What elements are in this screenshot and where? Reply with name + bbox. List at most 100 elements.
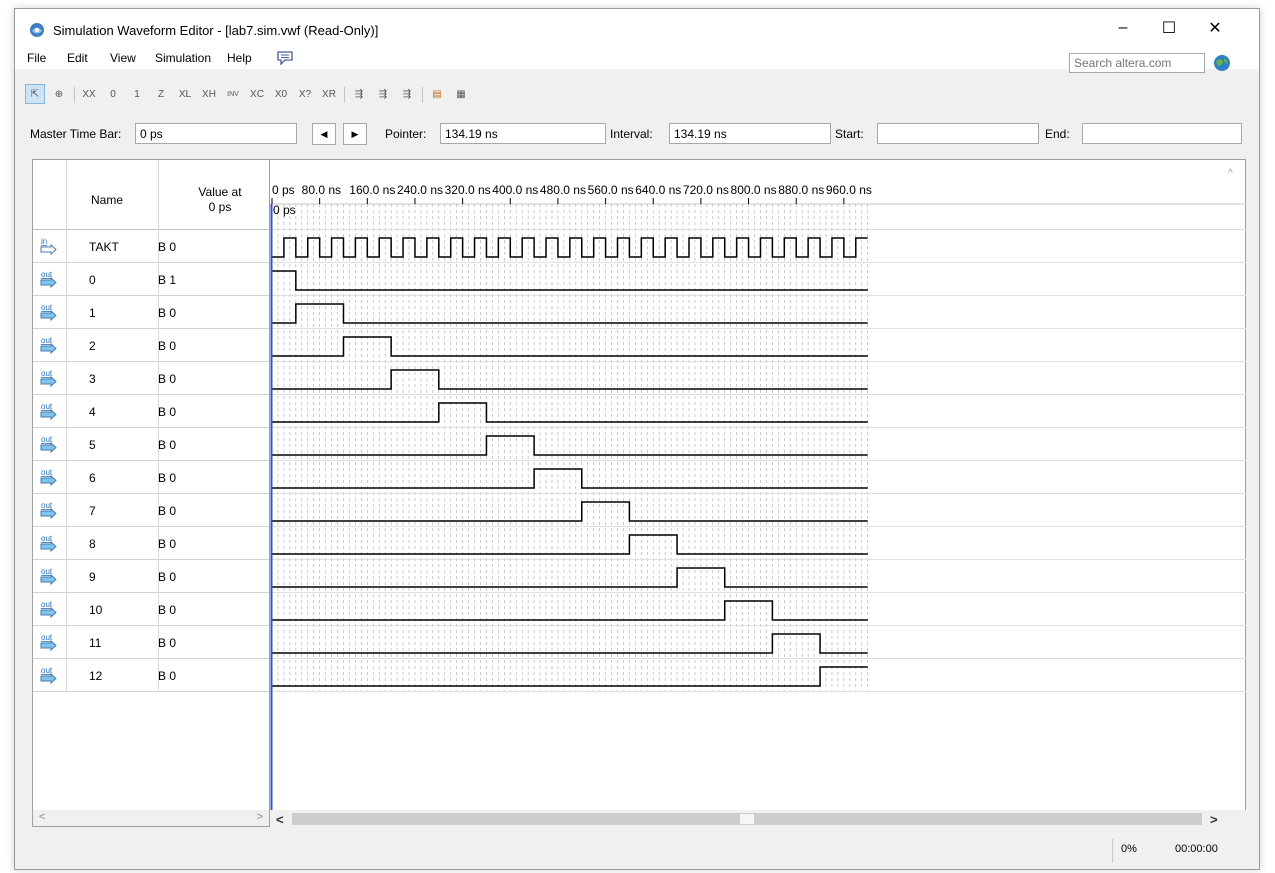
netlist-icon[interactable]: ⇶ xyxy=(397,84,417,104)
signal-row[interactable]: out 0 B 1 xyxy=(33,263,269,296)
weak-high-icon[interactable]: XH xyxy=(199,84,219,104)
run-functional-icon[interactable]: ⇶ xyxy=(349,84,369,104)
start-field[interactable] xyxy=(877,123,1039,144)
invert-icon[interactable]: INV xyxy=(223,84,243,104)
arbitrary-value-glyph: XR xyxy=(322,88,336,100)
output-pin-icon: out xyxy=(40,666,57,685)
forcing-unknown-icon[interactable]: XX xyxy=(79,84,99,104)
output-pin-icon: out xyxy=(40,270,57,289)
elapsed-time: 00:00:00 xyxy=(1175,843,1218,855)
snap-to-grid-glyph: ▤ xyxy=(432,88,442,100)
signal-row[interactable]: out 4 B 0 xyxy=(33,395,269,428)
signal-row[interactable]: out 2 B 0 xyxy=(33,329,269,362)
signal-row[interactable]: out 8 B 0 xyxy=(33,527,269,560)
forcing-high-icon[interactable]: 1 xyxy=(127,84,147,104)
output-pin-icon: out xyxy=(40,501,57,520)
column-divider xyxy=(66,560,67,593)
forcing-low-icon[interactable]: 0 xyxy=(103,84,123,104)
column-divider xyxy=(66,230,67,263)
value-header-line1: Value at xyxy=(198,185,242,199)
scroll-right-icon[interactable]: > xyxy=(257,811,263,823)
signal-value: B 0 xyxy=(158,471,177,485)
forcing-unknown-glyph: XX xyxy=(82,88,96,100)
weak-low-icon[interactable]: XL xyxy=(175,84,195,104)
high-impedance-icon[interactable]: Z xyxy=(151,84,171,104)
toolbar: ⇱ ⊕ XX 0 1 Z XL XH INV XC X0 X? XR ⇶ ⇶ ⇶… xyxy=(15,79,1259,109)
count-value-icon[interactable]: XC xyxy=(247,84,267,104)
signal-row[interactable]: out 6 B 0 xyxy=(33,461,269,494)
run-timing-icon[interactable]: ⇶ xyxy=(373,84,393,104)
signal-row[interactable]: out 1 B 0 xyxy=(33,296,269,329)
signal-value: B 0 xyxy=(158,669,177,683)
output-pin-icon: out xyxy=(40,633,57,652)
grid-icon[interactable]: ▦ xyxy=(451,84,471,104)
close-button[interactable]: ✕ xyxy=(1192,9,1238,47)
value-header-line2: 0 ps xyxy=(208,200,232,214)
zoom-tool-icon[interactable]: ⊕ xyxy=(49,84,69,104)
search-altera-input[interactable] xyxy=(1069,53,1205,73)
scroll-right-icon[interactable]: > xyxy=(1210,812,1218,827)
pointer-tool-icon[interactable]: ⇱ xyxy=(25,84,45,104)
waveform-output-0 xyxy=(272,270,868,291)
status-separator xyxy=(1112,839,1113,863)
maximize-button[interactable]: ☐ xyxy=(1146,9,1192,47)
clock-glyph: X0 xyxy=(274,88,288,100)
time-label: 960.0 ns xyxy=(826,183,872,197)
waveform-canvas[interactable]: 0 ps 80.0 ns 160.0 ns 240.0 ns 320.0 ns 400.0… xyxy=(270,160,1246,828)
menu-file[interactable]: File xyxy=(27,51,46,65)
column-divider xyxy=(66,160,67,230)
signal-row[interactable]: out 12 B 0 xyxy=(33,659,269,692)
feedback-icon[interactable] xyxy=(277,51,293,65)
master-time-bar-field[interactable]: 0 ps xyxy=(135,123,297,144)
signal-value: B 0 xyxy=(158,306,177,320)
output-pin-icon: out xyxy=(40,534,57,553)
signal-row[interactable]: out 9 B 0 xyxy=(33,560,269,593)
waveform-output-12 xyxy=(272,666,868,687)
scroll-up-icon[interactable]: ^ xyxy=(1228,168,1233,179)
signal-name: 9 xyxy=(89,570,96,584)
signal-row[interactable]: out 11 B 0 xyxy=(33,626,269,659)
signal-row[interactable]: out 5 B 0 xyxy=(33,428,269,461)
menu-view[interactable]: View xyxy=(110,51,136,65)
column-divider xyxy=(66,461,67,494)
time-label: 720.0 ns xyxy=(683,183,729,197)
time-label: 160.0 ns xyxy=(349,183,395,197)
random-value-icon[interactable]: X? xyxy=(295,84,315,104)
globe-icon[interactable] xyxy=(1213,54,1231,72)
scroll-left-icon[interactable]: < xyxy=(276,812,284,827)
signal-name: 0 xyxy=(89,273,96,287)
clock-icon[interactable]: X0 xyxy=(271,84,291,104)
column-divider xyxy=(66,329,67,362)
output-pin-icon: out xyxy=(40,336,57,355)
signal-row[interactable]: out 10 B 0 xyxy=(33,593,269,626)
column-divider xyxy=(66,428,67,461)
prev-transition-button[interactable]: ◀ xyxy=(312,123,336,145)
minimize-button[interactable]: – xyxy=(1100,9,1146,47)
time-label: 320.0 ns xyxy=(445,183,491,197)
signal-value: B 0 xyxy=(158,405,177,419)
weak-high-glyph: XH xyxy=(202,88,216,100)
waveform-output-8 xyxy=(272,534,868,555)
menu-help[interactable]: Help xyxy=(227,51,252,65)
arbitrary-value-icon[interactable]: XR xyxy=(319,84,339,104)
waveform-panel[interactable]: 0 ps 80.0 ns 160.0 ns 240.0 ns 320.0 ns 400.0… xyxy=(270,159,1246,828)
signal-row[interactable]: in TAKT B 0 xyxy=(33,230,269,263)
menu-simulation[interactable]: Simulation xyxy=(155,51,211,65)
signal-name: 6 xyxy=(89,471,96,485)
signal-name: 11 xyxy=(89,636,102,650)
name-column-header[interactable]: Name xyxy=(91,193,123,207)
scrollbar-thumb[interactable] xyxy=(740,814,754,824)
interval-label: Interval: xyxy=(610,127,653,141)
next-transition-button[interactable]: ▶ xyxy=(343,123,367,145)
signal-row[interactable]: out 7 B 0 xyxy=(33,494,269,527)
run-functional-glyph: ⇶ xyxy=(354,88,364,100)
menu-edit[interactable]: Edit xyxy=(67,51,88,65)
snap-to-grid-icon[interactable]: ▤ xyxy=(427,84,447,104)
value-column-header[interactable]: Value at 0 ps xyxy=(183,185,257,215)
random-value-glyph: X? xyxy=(298,88,312,100)
name-panel-scrollbar[interactable]: < > xyxy=(33,810,269,826)
forcing-low-glyph: 0 xyxy=(110,88,116,100)
end-field[interactable] xyxy=(1082,123,1242,144)
signal-row[interactable]: out 3 B 0 xyxy=(33,362,269,395)
scroll-left-icon[interactable]: < xyxy=(39,811,45,823)
